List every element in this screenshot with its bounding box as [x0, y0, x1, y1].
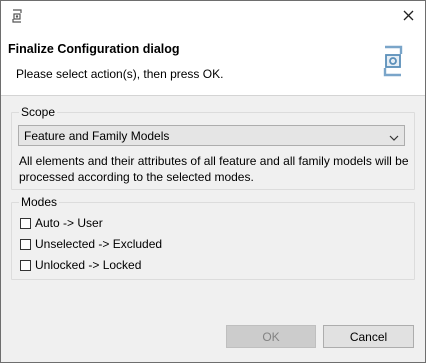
- checkbox-label: Unselected -> Excluded: [35, 237, 163, 251]
- modes-group: Modes Auto -> User Unselected -> Exclude…: [11, 195, 415, 280]
- close-icon: [403, 10, 414, 24]
- checkbox-label: Auto -> User: [35, 216, 103, 230]
- app-config-icon: [10, 8, 24, 24]
- title-bar: [1, 1, 425, 32]
- cancel-button[interactable]: Cancel: [323, 325, 414, 348]
- mode-checkbox-auto-user[interactable]: Auto -> User: [20, 215, 260, 231]
- dialog-header: Finalize Configuration dialog Please sel…: [1, 32, 425, 96]
- checkbox-label: Unlocked -> Locked: [35, 258, 142, 272]
- configuration-icon: [379, 44, 407, 78]
- close-button[interactable]: [391, 1, 425, 32]
- modes-legend: Modes: [19, 195, 60, 209]
- scope-legend: Scope: [19, 105, 58, 119]
- checkbox-box[interactable]: [20, 217, 31, 229]
- scope-select-value: Feature and Family Models: [24, 129, 170, 143]
- chevron-down-icon: [389, 131, 399, 141]
- dialog-message: Please select action(s), then press OK.: [16, 67, 224, 81]
- scope-group: Scope Feature and Family Models All elem…: [11, 105, 415, 190]
- checkbox-box[interactable]: [20, 238, 31, 250]
- mode-checkbox-unlocked-locked[interactable]: Unlocked -> Locked: [20, 257, 260, 273]
- checkbox-box[interactable]: [20, 259, 31, 271]
- scope-select[interactable]: Feature and Family Models: [18, 125, 405, 146]
- dialog-window: Finalize Configuration dialog Please sel…: [0, 0, 426, 363]
- scope-description: All elements and their attributes of all…: [19, 154, 409, 184]
- mode-checkbox-unselected-excluded[interactable]: Unselected -> Excluded: [20, 236, 260, 252]
- ok-button[interactable]: OK: [226, 325, 316, 348]
- dialog-title: Finalize Configuration dialog: [8, 42, 180, 56]
